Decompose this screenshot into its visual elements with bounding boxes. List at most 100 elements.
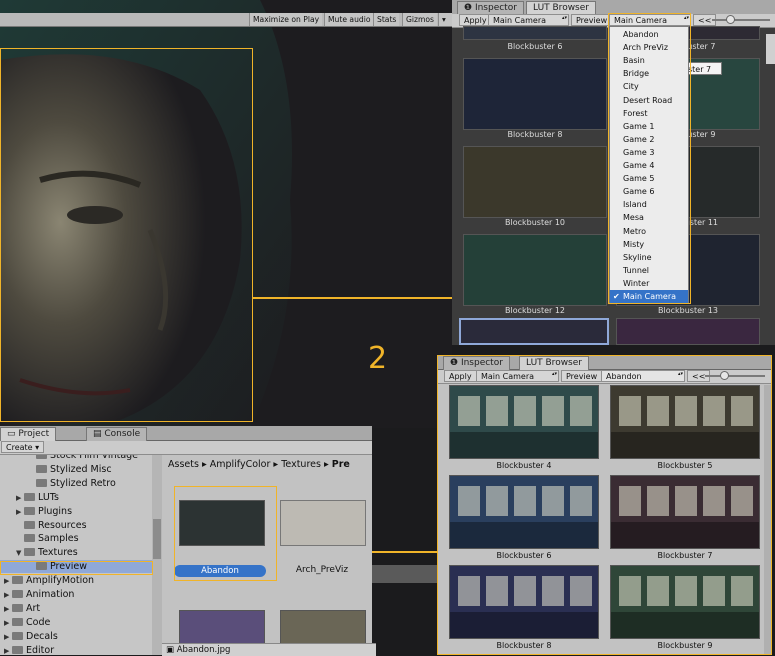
thumbnail-label: Blockbuster 8 bbox=[507, 130, 563, 139]
tab-lut-browser-top[interactable]: LUT Browser bbox=[526, 1, 596, 15]
info-icon: ❶ bbox=[464, 3, 475, 13]
project-toolbar: Create ▾ bbox=[0, 441, 372, 455]
menu-item[interactable]: Basin bbox=[610, 54, 688, 67]
expand-arrow-icon[interactable]: ▶ bbox=[4, 589, 12, 602]
expand-arrow-icon[interactable]: ▶ bbox=[4, 631, 12, 644]
menu-item-label: Basin bbox=[623, 56, 645, 66]
tree-item-label: Stock Film Vintage bbox=[50, 455, 139, 461]
tree-item[interactable]: Stylized Retro bbox=[0, 477, 152, 490]
tree-item[interactable]: ▶ Art bbox=[0, 602, 152, 615]
folder-icon: ▭ bbox=[7, 429, 19, 439]
lut-thumbnail-selected[interactable] bbox=[459, 318, 609, 345]
tree-item[interactable]: Stock Film Vintage bbox=[0, 455, 152, 462]
menu-item[interactable]: Game 2 bbox=[610, 133, 688, 146]
expand-arrow-icon[interactable]: ▶ bbox=[4, 575, 12, 588]
tree-item[interactable]: Stylized Misc bbox=[0, 463, 152, 476]
tree-item[interactable]: ▶ Plugins bbox=[0, 505, 152, 518]
stats-button[interactable]: Stats bbox=[373, 13, 400, 26]
tab-inspector-top[interactable]: ❶ Inspector bbox=[457, 1, 524, 15]
zoom-slider-knob-top[interactable] bbox=[726, 15, 735, 24]
menu-item[interactable]: Forest bbox=[610, 107, 688, 120]
game-view-toolbar: Maximize on Play Mute audio Stats Gizmos… bbox=[0, 13, 452, 27]
tab-console[interactable]: ▤ Console bbox=[86, 427, 148, 441]
tree-item[interactable]: ▶ Animation bbox=[0, 588, 152, 601]
menu-item[interactable]: Tunnel bbox=[610, 264, 688, 277]
thumbnail-label: Blockbuster 13 bbox=[657, 306, 719, 315]
folder-icon bbox=[36, 455, 47, 459]
tree-item-label: Stylized Retro bbox=[50, 477, 116, 489]
tree-item[interactable]: ▶ Editor bbox=[0, 644, 152, 655]
menu-item-label: Forest bbox=[623, 108, 648, 118]
menu-item-label: Game 3 bbox=[623, 147, 655, 157]
lut-thumbnail[interactable] bbox=[463, 234, 607, 306]
bottom-panel-highlight bbox=[437, 355, 772, 655]
tree-item-label: Stylized Misc bbox=[50, 463, 112, 475]
menu-item-label: Game 2 bbox=[623, 134, 655, 144]
breadcrumb-item[interactable]: Textures bbox=[281, 459, 321, 470]
asset-label[interactable]: Arch_PreViz bbox=[280, 565, 364, 575]
zoom-slider-top[interactable] bbox=[712, 19, 770, 21]
asset-thumbnail-arch-previz[interactable] bbox=[280, 500, 366, 546]
menu-item[interactable]: ✔ Main Camera bbox=[610, 290, 688, 303]
lut-thumbnail[interactable] bbox=[463, 58, 607, 130]
gizmos-dropdown-icon[interactable]: ▾ bbox=[438, 13, 452, 26]
mute-audio-button[interactable]: Mute audio bbox=[324, 13, 374, 26]
menu-item[interactable]: City bbox=[610, 80, 688, 93]
gizmos-button[interactable]: Gizmos bbox=[402, 13, 437, 26]
tree-scrollbar-thumb[interactable] bbox=[153, 519, 161, 559]
lut-thumbnail[interactable] bbox=[463, 146, 607, 218]
tree-item[interactable]: Resources bbox=[0, 519, 152, 532]
expand-arrow-icon[interactable]: ▶ bbox=[4, 617, 12, 630]
menu-item-label: Arch PreViz bbox=[623, 43, 669, 53]
menu-item[interactable]: Game 1 bbox=[610, 120, 688, 133]
tab-label: Project bbox=[18, 429, 50, 439]
menu-item[interactable]: Game 4 bbox=[610, 159, 688, 172]
menu-item[interactable]: Arch PreViz bbox=[610, 41, 688, 54]
apply-button-top[interactable]: Apply bbox=[459, 14, 492, 26]
create-button[interactable]: Create ▾ bbox=[1, 441, 45, 453]
checkmark-icon: ✔ bbox=[613, 292, 620, 301]
menu-item[interactable]: Game 3 bbox=[610, 146, 688, 159]
expand-arrow-icon[interactable]: ▶ bbox=[16, 492, 24, 505]
lut-thumbnail[interactable] bbox=[616, 318, 760, 345]
tree-item[interactable]: Samples bbox=[0, 532, 152, 545]
menu-item-label: Skyline bbox=[623, 252, 652, 262]
scene-toolbar-fragment bbox=[372, 565, 437, 583]
tree-item[interactable]: ▶ LUTs bbox=[0, 491, 152, 504]
menu-item[interactable]: Winter bbox=[610, 277, 688, 290]
menu-item[interactable]: Desert Road bbox=[610, 94, 688, 107]
tree-item[interactable]: ▼ Textures bbox=[0, 546, 152, 559]
menu-item[interactable]: Mesa bbox=[610, 211, 688, 224]
expand-arrow-icon[interactable]: ▼ bbox=[16, 547, 24, 560]
tree-scrollbar[interactable] bbox=[152, 455, 162, 655]
expand-arrow-icon[interactable]: ▶ bbox=[4, 603, 12, 616]
maximize-on-play-button[interactable]: Maximize on Play bbox=[249, 13, 323, 26]
menu-item[interactable]: Bridge bbox=[610, 67, 688, 80]
lut-thumbnail[interactable] bbox=[463, 26, 607, 40]
menu-item[interactable]: Abandon bbox=[610, 28, 688, 41]
menu-item[interactable]: Game 6 bbox=[610, 185, 688, 198]
console-icon: ▤ bbox=[93, 429, 105, 439]
expand-arrow-icon[interactable]: ▶ bbox=[16, 506, 24, 519]
breadcrumb-item-current[interactable]: Pre bbox=[332, 459, 350, 470]
breadcrumb-item[interactable]: Assets bbox=[168, 459, 199, 470]
step-number: 2 bbox=[368, 341, 388, 376]
menu-item[interactable]: Misty bbox=[610, 238, 688, 251]
menu-item[interactable]: Metro bbox=[610, 225, 688, 238]
expand-arrow-icon[interactable]: ▶ bbox=[4, 645, 12, 655]
top-panel-scrollbar[interactable] bbox=[766, 34, 775, 64]
camera-dropdown-top[interactable]: Main Camera bbox=[488, 14, 569, 26]
menu-item[interactable]: Skyline bbox=[610, 251, 688, 264]
tree-item[interactable]: ▶ Code bbox=[0, 616, 152, 629]
menu-item[interactable]: Game 5 bbox=[610, 172, 688, 185]
tree-item[interactable]: ▶ AmplifyMotion bbox=[0, 574, 152, 587]
preview-button-top[interactable]: Preview bbox=[571, 14, 613, 26]
tab-project[interactable]: ▭ Project bbox=[0, 427, 57, 441]
menu-item[interactable]: Island bbox=[610, 198, 688, 211]
breadcrumb-item[interactable]: AmplifyColor bbox=[210, 459, 271, 470]
status-bar: ▣ Abandon.jpg bbox=[162, 643, 376, 656]
folder-icon bbox=[24, 506, 35, 515]
tree-item[interactable]: ▶ Decals bbox=[0, 630, 152, 643]
folder-icon bbox=[24, 520, 35, 529]
folder-icon bbox=[12, 631, 23, 640]
